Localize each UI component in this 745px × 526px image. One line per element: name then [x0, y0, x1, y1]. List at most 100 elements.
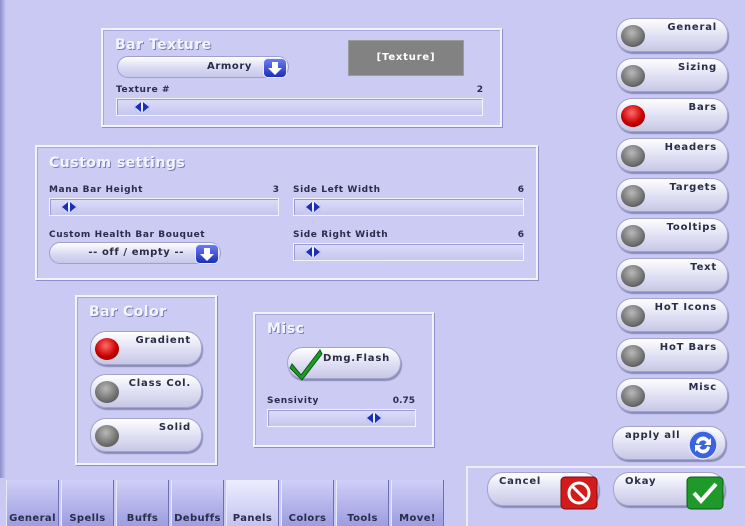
double-arrow-icon[interactable]	[305, 201, 321, 213]
radio-led	[621, 385, 645, 407]
okay-button[interactable]: Okay	[613, 472, 725, 510]
nav-sizing-button[interactable]: Sizing	[616, 58, 728, 92]
tab-tools[interactable]: Tools	[336, 480, 389, 526]
nav-headers-button[interactable]: Headers	[616, 138, 728, 172]
action-area: Cancel Okay	[466, 466, 745, 526]
radio-led	[621, 185, 645, 207]
side-left-width-value: 6	[517, 185, 524, 195]
tab-spells[interactable]: Spells	[61, 480, 114, 526]
double-arrow-icon[interactable]	[134, 101, 150, 113]
misc-title: Misc	[267, 321, 305, 337]
double-arrow-icon[interactable]	[61, 201, 77, 213]
misc-panel: Misc Dmg.Flash Sensivity 0.75	[253, 312, 434, 447]
bar-color-panel: Bar Color Gradient Class Col. Solid	[75, 295, 217, 465]
radio-led	[95, 338, 119, 360]
bar-color-class-button[interactable]: Class Col.	[90, 374, 202, 408]
side-right-width-label: Side Right Width	[293, 230, 389, 240]
options-window: Bar Texture Armory [Texture] Texture # 2…	[0, 0, 745, 526]
apply-all-label: apply all	[625, 430, 681, 441]
texture-dropdown-value: Armory	[206, 61, 252, 72]
custom-settings-panel: Custom settings Mana Bar Height 3 Side L…	[35, 145, 538, 280]
cancel-label: Cancel	[499, 476, 542, 487]
apply-all-button[interactable]: apply all	[612, 426, 726, 460]
dmg-flash-checkbox[interactable]: Dmg.Flash	[287, 347, 401, 381]
bar-color-solid-button[interactable]: Solid	[90, 418, 202, 452]
nav-hot-bars-label: HoT Bars	[659, 342, 717, 353]
sensivity-value: 0.75	[392, 396, 415, 406]
nav-bars-label: Bars	[688, 102, 717, 113]
tab-debuffs-label: Debuffs	[174, 513, 221, 524]
double-arrow-icon[interactable]	[305, 246, 321, 258]
nav-headers-label: Headers	[664, 142, 717, 153]
nav-text-label: Text	[690, 262, 717, 273]
bar-color-gradient-button[interactable]: Gradient	[90, 331, 202, 365]
radio-led	[621, 265, 645, 287]
bar-color-solid-label: Solid	[158, 422, 191, 433]
bottom-tab-bar: General Spells Buffs Debuffs Panels Colo…	[0, 480, 470, 526]
mana-bar-height-value: 3	[272, 185, 279, 195]
tab-general-label: General	[9, 513, 56, 524]
side-left-width-label: Side Left Width	[293, 185, 381, 195]
nav-hot-icons-button[interactable]: HoT Icons	[616, 298, 728, 332]
arrow-down-icon[interactable]	[263, 58, 287, 78]
bar-texture-title: Bar Texture	[115, 37, 212, 53]
tab-debuffs[interactable]: Debuffs	[171, 480, 224, 526]
sensivity-slider[interactable]	[267, 409, 416, 427]
bar-texture-panel: Bar Texture Armory [Texture] Texture # 2	[101, 28, 502, 127]
nav-text-button[interactable]: Text	[616, 258, 728, 292]
bouquet-dropdown[interactable]: -- off / empty --	[49, 242, 221, 264]
bouquet-label: Custom Health Bar Bouquet	[49, 230, 206, 240]
tab-general[interactable]: General	[6, 480, 59, 526]
nav-general-button[interactable]: General	[616, 18, 728, 52]
nav-tooltips-button[interactable]: Tooltips	[616, 218, 728, 252]
no-entry-icon	[560, 476, 598, 514]
okay-label: Okay	[625, 476, 657, 487]
tab-spells-label: Spells	[69, 513, 106, 524]
texture-num-slider[interactable]	[116, 98, 483, 116]
radio-led	[621, 145, 645, 167]
tab-panels[interactable]: Panels	[226, 480, 279, 526]
texture-dropdown[interactable]: Armory	[117, 56, 289, 78]
cancel-button[interactable]: Cancel	[487, 472, 599, 510]
nav-general-label: General	[667, 22, 717, 33]
texture-num-label: Texture #	[116, 85, 171, 95]
texture-num-value: 2	[476, 85, 483, 95]
radio-led	[621, 305, 645, 327]
tab-move-label: Move!	[399, 513, 436, 524]
radio-led	[621, 65, 645, 87]
tab-buffs[interactable]: Buffs	[116, 480, 169, 526]
radio-led	[95, 381, 119, 403]
bar-color-class-label: Class Col.	[128, 378, 191, 389]
radio-led	[621, 25, 645, 47]
tab-buffs-label: Buffs	[126, 513, 159, 524]
tab-tools-label: Tools	[347, 513, 378, 524]
radio-led	[621, 225, 645, 247]
sensivity-label: Sensivity	[267, 396, 319, 406]
tab-colors-label: Colors	[288, 513, 327, 524]
texture-preview: [Texture]	[348, 40, 464, 76]
tab-move[interactable]: Move!	[391, 480, 444, 526]
nav-targets-button[interactable]: Targets	[616, 178, 728, 212]
nav-misc-button[interactable]: Misc	[616, 378, 728, 412]
bouquet-dropdown-value: -- off / empty --	[88, 247, 184, 258]
bar-color-title: Bar Color	[89, 304, 167, 320]
refresh-icon	[687, 429, 719, 465]
side-right-width-slider[interactable]	[293, 243, 524, 261]
arrow-down-icon[interactable]	[195, 244, 219, 264]
tab-colors[interactable]: Colors	[281, 480, 334, 526]
tab-panels-label: Panels	[232, 513, 273, 524]
double-arrow-icon[interactable]	[366, 412, 382, 424]
checkmark-icon	[686, 476, 724, 514]
custom-settings-title: Custom settings	[49, 155, 186, 171]
dmg-flash-label: Dmg.Flash	[323, 353, 390, 364]
checkmark-icon	[288, 346, 324, 386]
bar-color-gradient-label: Gradient	[135, 335, 191, 346]
nav-tooltips-label: Tooltips	[666, 222, 717, 233]
mana-bar-height-slider[interactable]	[49, 198, 279, 216]
radio-led	[621, 105, 645, 127]
nav-sizing-label: Sizing	[678, 62, 717, 73]
side-left-width-slider[interactable]	[293, 198, 524, 216]
nav-targets-label: Targets	[669, 182, 717, 193]
nav-hot-bars-button[interactable]: HoT Bars	[616, 338, 728, 372]
nav-bars-button[interactable]: Bars	[616, 98, 728, 132]
